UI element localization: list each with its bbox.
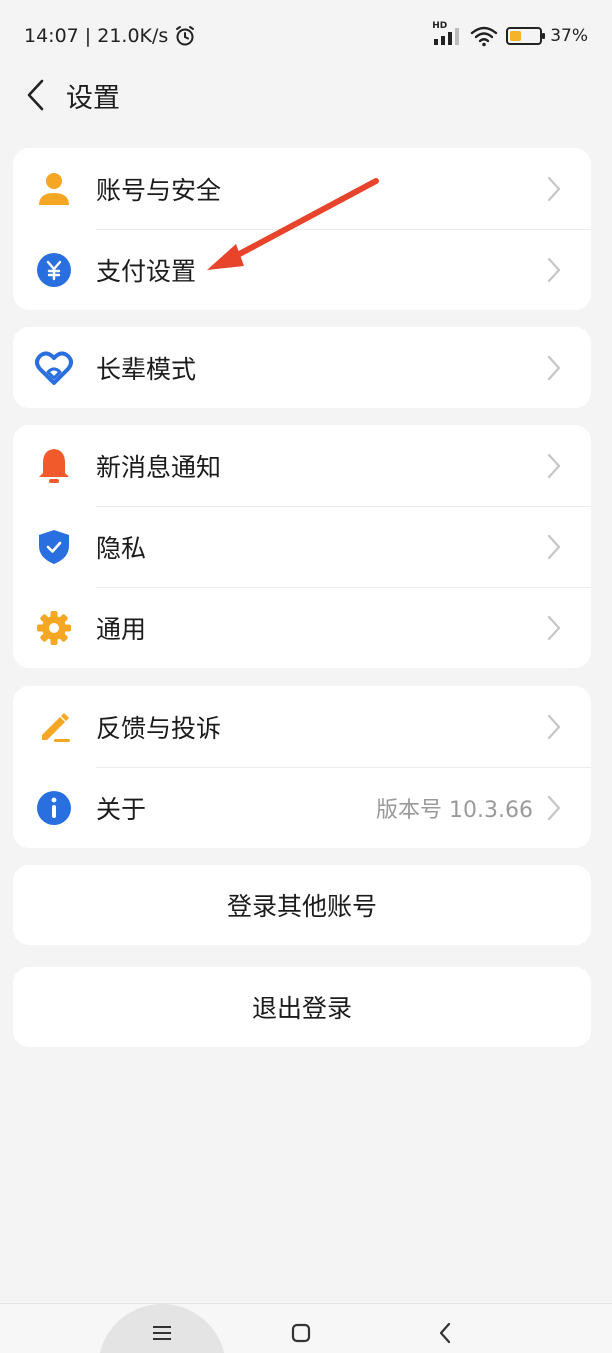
row-label: 支付设置 [96, 256, 197, 286]
back-triangle-icon [439, 1322, 451, 1344]
chevron-right-icon [547, 794, 563, 822]
pen-icon [35, 708, 73, 746]
battery-icon [506, 27, 546, 45]
row-label: 新消息通知 [96, 452, 222, 482]
row-privacy[interactable]: 隐私 [13, 506, 591, 587]
signal-group: HD [432, 21, 462, 47]
alarm-icon [176, 26, 195, 46]
home-square-icon [291, 1323, 311, 1343]
status-left: 14:07 | 21.0K/s [24, 25, 196, 47]
chevron-right-icon [547, 533, 563, 561]
row-general[interactable]: 通用 [13, 587, 591, 668]
header: 设置 [0, 72, 612, 118]
row-elder-mode[interactable]: 长辈模式 [13, 327, 591, 408]
menu-button[interactable] [145, 1316, 179, 1350]
row-label: 隐私 [96, 533, 147, 563]
row-label: 通用 [96, 614, 147, 644]
shield-check-icon [35, 528, 73, 566]
chevron-right-icon [547, 175, 563, 203]
chevron-right-icon [547, 713, 563, 741]
row-payment-settings[interactable]: 支付设置 [13, 229, 591, 310]
row-label: 长辈模式 [96, 354, 197, 384]
gear-icon [35, 609, 73, 647]
battery-percent: 37% [550, 26, 588, 46]
row-label: 关于 [96, 794, 147, 824]
hd-label: HD [432, 21, 448, 31]
person-icon [35, 170, 73, 208]
home-button[interactable] [284, 1316, 318, 1350]
back-nav-button[interactable] [428, 1316, 462, 1350]
status-right: HD 37% [432, 21, 588, 47]
version-number: 版本号 10.3.66 [376, 797, 533, 823]
logout-button[interactable]: 退出登录 [13, 967, 591, 1047]
settings-group-general: 新消息通知 隐私 通用 [13, 425, 591, 668]
row-notifications[interactable]: 新消息通知 [13, 425, 591, 506]
chevron-right-icon [547, 256, 563, 284]
chevron-right-icon [547, 354, 563, 382]
info-icon [35, 789, 73, 827]
row-label: 反馈与投诉 [96, 713, 222, 743]
settings-group-account: 账号与安全 支付设置 [13, 148, 591, 310]
yuan-icon [35, 251, 73, 289]
system-nav-bar [0, 1303, 612, 1353]
heart-icon [35, 349, 73, 387]
time-speed: 14:07 | 21.0K/s [24, 25, 169, 47]
wifi-icon [471, 26, 498, 47]
settings-group-about: 反馈与投诉 关于 版本号 10.3.66 [13, 686, 591, 848]
row-account-security[interactable]: 账号与安全 [13, 148, 591, 229]
chevron-right-icon [547, 614, 563, 642]
menu-icon [153, 1326, 171, 1340]
bell-icon [35, 447, 73, 485]
switch-account-button[interactable]: 登录其他账号 [13, 865, 591, 945]
status-bar: 14:07 | 21.0K/s HD 37% [0, 0, 612, 72]
chevron-right-icon [547, 452, 563, 480]
settings-group-elder: 长辈模式 [13, 327, 591, 408]
row-about[interactable]: 关于 版本号 10.3.66 [13, 767, 591, 848]
battery-fill [510, 31, 521, 41]
back-button[interactable] [18, 72, 54, 118]
page-title: 设置 [66, 82, 120, 114]
row-feedback[interactable]: 反馈与投诉 [13, 686, 591, 767]
row-label: 账号与安全 [96, 175, 222, 205]
back-arrow-icon [27, 79, 44, 111]
